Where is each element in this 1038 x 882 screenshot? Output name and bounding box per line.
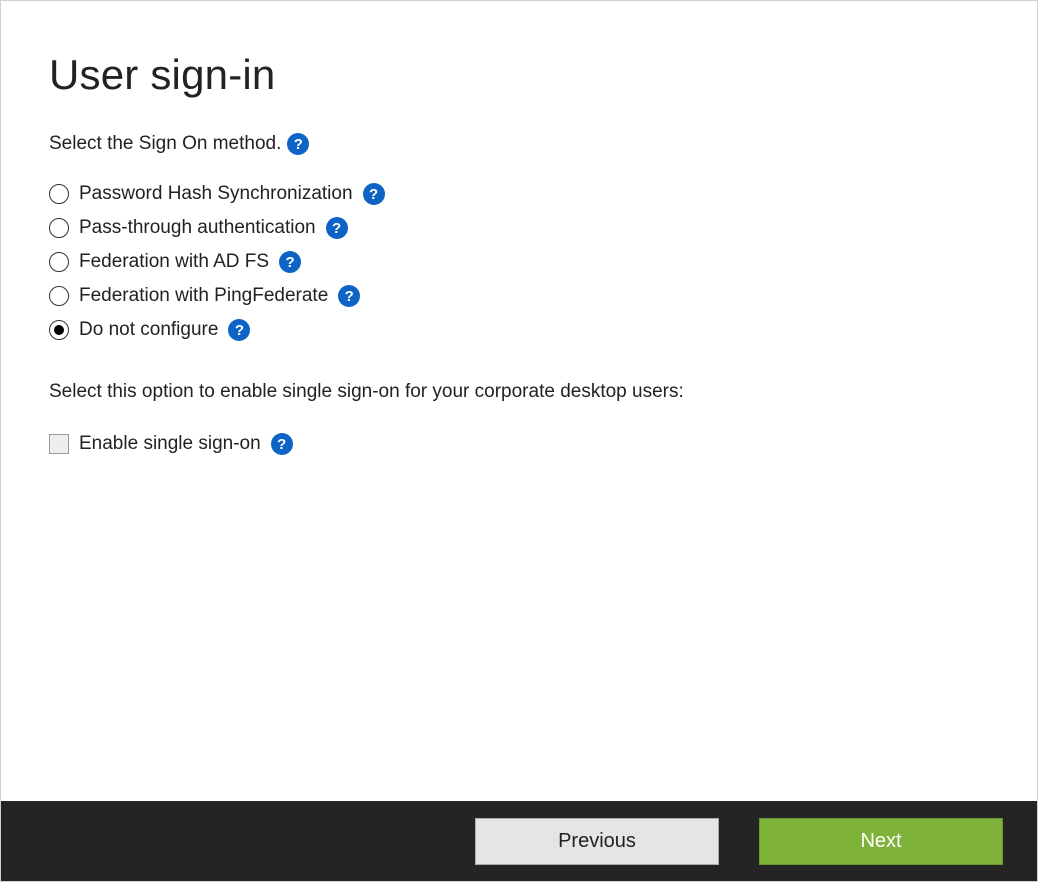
help-icon[interactable]: ? [279, 251, 301, 273]
help-icon[interactable]: ? [363, 183, 385, 205]
radio-pass-through[interactable]: Pass-through authentication ? [49, 217, 989, 239]
instruction-row: Select the Sign On method. ? [49, 133, 989, 155]
radio-input[interactable] [49, 218, 69, 238]
radio-input[interactable] [49, 320, 69, 340]
help-icon[interactable]: ? [338, 285, 360, 307]
radio-label[interactable]: Federation with PingFederate [79, 285, 328, 307]
radio-password-hash[interactable]: Password Hash Synchronization ? [49, 183, 989, 205]
instruction-text: Select the Sign On method. [49, 133, 281, 155]
sso-instruction-text: Select this option to enable single sign… [49, 381, 989, 403]
next-button[interactable]: Next [759, 818, 1003, 865]
radio-label[interactable]: Pass-through authentication [79, 217, 316, 239]
radio-label[interactable]: Federation with AD FS [79, 251, 269, 273]
radio-label[interactable]: Do not configure [79, 319, 218, 341]
radio-federation-ping[interactable]: Federation with PingFederate ? [49, 285, 989, 307]
previous-button[interactable]: Previous [475, 818, 719, 865]
help-icon[interactable]: ? [228, 319, 250, 341]
enable-sso-checkbox [49, 434, 69, 454]
radio-label[interactable]: Password Hash Synchronization [79, 183, 353, 205]
radio-input[interactable] [49, 252, 69, 272]
help-icon[interactable]: ? [326, 217, 348, 239]
radio-input[interactable] [49, 184, 69, 204]
help-icon[interactable]: ? [271, 433, 293, 455]
radio-do-not-configure[interactable]: Do not configure ? [49, 319, 989, 341]
radio-federation-adfs[interactable]: Federation with AD FS ? [49, 251, 989, 273]
help-icon[interactable]: ? [287, 133, 309, 155]
wizard-window: User sign-in Select the Sign On method. … [0, 0, 1038, 882]
signon-method-radio-group: Password Hash Synchronization ? Pass-thr… [49, 183, 989, 341]
radio-input[interactable] [49, 286, 69, 306]
enable-sso-row: Enable single sign-on ? [49, 433, 989, 455]
enable-sso-label: Enable single sign-on [79, 433, 261, 455]
wizard-footer: Previous Next [1, 801, 1037, 881]
content-area: User sign-in Select the Sign On method. … [1, 1, 1037, 801]
page-title: User sign-in [49, 51, 989, 99]
